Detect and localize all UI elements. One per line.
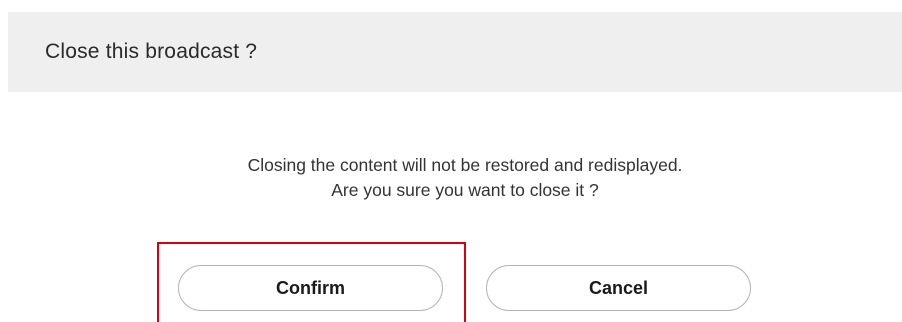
close-broadcast-dialog: Close this broadcast ? Closing the conte… bbox=[0, 0, 902, 322]
message-line-1: Closing the content will not be restored… bbox=[247, 155, 683, 175]
dialog-header: Close this broadcast ? bbox=[8, 12, 902, 92]
confirm-button[interactable]: Confirm bbox=[178, 265, 443, 311]
cancel-button[interactable]: Cancel bbox=[486, 265, 751, 311]
dialog-message: Closing the content will not be restored… bbox=[0, 153, 902, 203]
message-line-2: Are you sure you want to close it ? bbox=[331, 180, 599, 200]
dialog-title: Close this broadcast ? bbox=[45, 40, 258, 63]
